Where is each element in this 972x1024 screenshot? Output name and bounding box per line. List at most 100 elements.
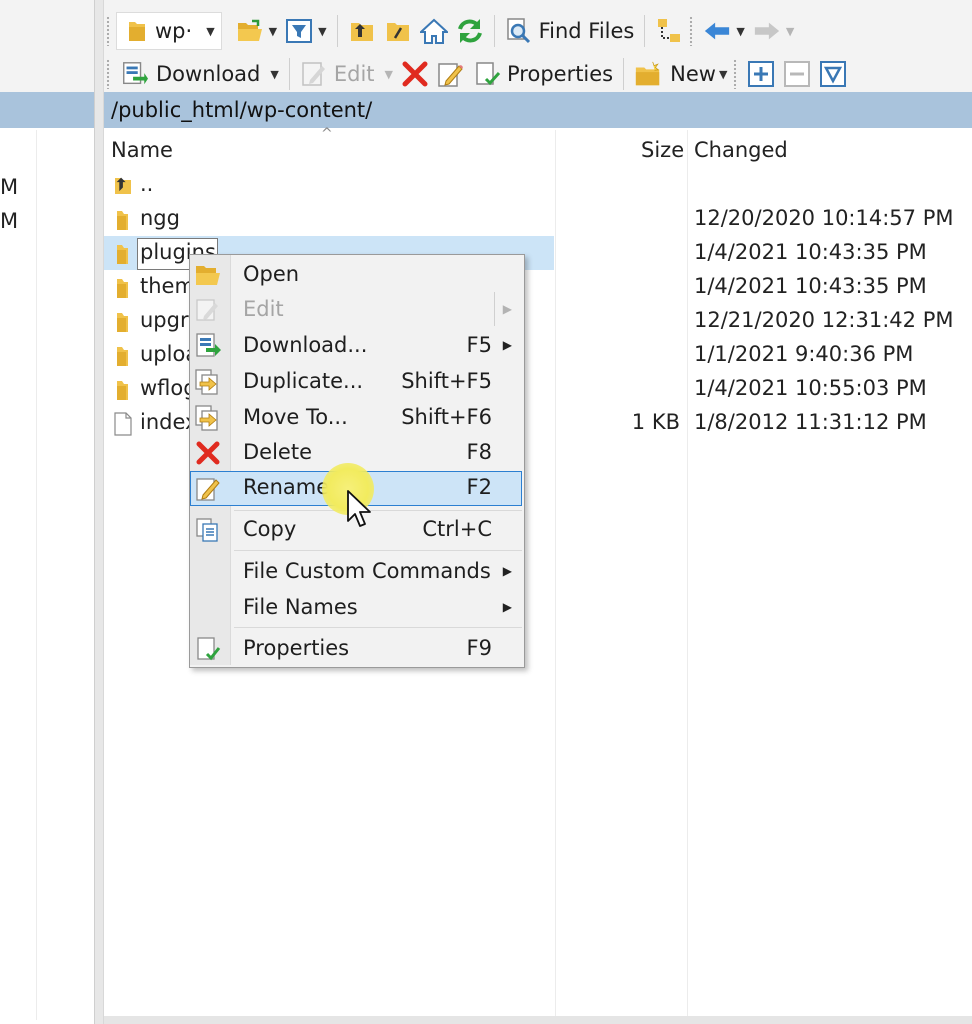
sort-ascending-icon: ^ <box>321 126 333 142</box>
menu-item-label: File Custom Commands <box>243 559 491 583</box>
submenu-arrow-icon: ▶ <box>502 338 512 352</box>
menu-item-properties[interactable]: Properties F9 <box>190 632 522 666</box>
toolbar-separator <box>288 58 290 90</box>
root-directory-button[interactable] <box>380 13 416 49</box>
rename-button[interactable] <box>433 56 469 92</box>
menu-item-move-to[interactable]: Move To... Shift+F6 <box>190 401 522 435</box>
download-button[interactable]: Download ▼ <box>116 56 283 92</box>
new-button[interactable]: New ▼ <box>630 56 731 92</box>
select-files-button[interactable] <box>743 56 779 92</box>
remote-toolbar-files: Download ▼ Edit ▼ Properties New ▼ <box>104 51 851 97</box>
remote-path-text: /public_html/wp-content/ <box>111 98 373 122</box>
chevron-down-icon[interactable]: ▼ <box>270 68 278 81</box>
file-name: .. <box>140 172 154 196</box>
open-directory-button[interactable]: ▼ <box>232 13 281 49</box>
delete-icon <box>401 60 429 88</box>
filter-button[interactable]: ▼ <box>281 13 330 49</box>
directory-tree-button[interactable] <box>651 13 687 49</box>
menu-item-shortcut: Ctrl+C <box>422 517 492 541</box>
file-changed: 12/21/2020 12:31:42 PM <box>694 308 954 332</box>
horizontal-scrollbar[interactable] <box>104 1016 972 1024</box>
edit-button[interactable]: Edit ▼ <box>296 56 397 92</box>
refresh-icon <box>456 17 484 45</box>
tree-icon <box>655 17 683 45</box>
properties-icon <box>194 635 222 663</box>
file-changed: 1/4/2021 10:43:35 PM <box>694 240 927 264</box>
menu-item-edit[interactable]: Edit ▶ <box>190 293 522 327</box>
rename-icon <box>195 475 223 503</box>
home-directory-button[interactable] <box>416 13 452 49</box>
menu-item-file-custom-commands[interactable]: File Custom Commands ▶ <box>190 555 522 589</box>
download-label: Download <box>156 62 261 86</box>
remote-directory-dropdown[interactable]: wp· ▼ <box>116 12 222 50</box>
unselect-files-button[interactable] <box>779 56 815 92</box>
menu-item-label: Open <box>243 262 300 286</box>
file-row-parent[interactable]: .. <box>104 169 972 203</box>
edit-icon <box>300 60 328 88</box>
file-row[interactable]: ngg 12/20/2020 10:14:57 PM <box>104 203 972 237</box>
folder-icon <box>123 17 151 45</box>
file-name: them <box>140 274 195 298</box>
menu-item-label: Rename <box>243 475 330 499</box>
home-icon <box>419 17 448 45</box>
download-icon <box>194 332 222 360</box>
file-changed: 1/8/2012 11:31:12 PM <box>694 410 927 434</box>
arrow-right-icon <box>753 17 781 45</box>
menu-item-shortcut: F2 <box>466 475 492 499</box>
file-changed: 12/20/2020 10:14:57 PM <box>694 206 954 230</box>
download-icon <box>120 60 148 88</box>
refresh-button[interactable] <box>452 13 488 49</box>
file-changed: 1/1/2021 9:40:36 PM <box>694 342 914 366</box>
new-folder-icon <box>634 60 662 88</box>
arrow-left-icon <box>703 17 731 45</box>
menu-item-file-names[interactable]: File Names ▶ <box>190 591 522 625</box>
forward-button[interactable]: ▼ <box>749 13 798 49</box>
back-button[interactable]: ▼ <box>699 13 748 49</box>
chevron-down-icon[interactable]: ▼ <box>269 25 277 38</box>
properties-label: Properties <box>507 62 614 86</box>
local-file-pane <box>0 0 96 1024</box>
open-folder-icon <box>194 261 222 289</box>
menu-item-duplicate[interactable]: Duplicate... Shift+F5 <box>190 365 522 399</box>
menu-item-open[interactable]: Open <box>190 258 522 292</box>
menu-separator <box>234 550 522 551</box>
parent-directory-button[interactable] <box>344 13 380 49</box>
folder-icon <box>112 344 134 373</box>
find-files-button[interactable]: Find Files <box>501 13 639 49</box>
folder-icon <box>112 208 134 237</box>
chevron-down-icon[interactable]: ▼ <box>318 25 326 38</box>
menu-item-label: Move To... <box>243 405 348 429</box>
menu-item-label: Edit <box>243 297 284 321</box>
edit-label: Edit <box>333 62 375 86</box>
chevron-down-icon[interactable]: ▼ <box>786 25 794 38</box>
toolbar-grip[interactable] <box>106 16 110 46</box>
rename-icon <box>437 60 465 88</box>
menu-item-label: Download... <box>243 333 368 357</box>
local-path-bar <box>0 92 96 128</box>
column-header-size[interactable]: Size <box>641 138 684 162</box>
select-all-icon <box>819 60 847 88</box>
select-all-button[interactable] <box>815 56 851 92</box>
plus-icon <box>747 60 775 88</box>
find-files-label: Find Files <box>538 19 635 43</box>
file-size: 1 KB <box>631 410 680 434</box>
delete-button[interactable] <box>397 56 433 92</box>
chevron-down-icon[interactable]: ▼ <box>385 68 393 81</box>
file-icon <box>112 412 134 441</box>
toolbar-grip[interactable] <box>689 16 694 46</box>
menu-item-shortcut: F9 <box>466 636 492 660</box>
menu-item-download[interactable]: Download... F5 ▶ <box>190 329 522 363</box>
toolbar-grip[interactable] <box>733 59 738 89</box>
column-header-changed[interactable]: Changed <box>694 138 788 162</box>
properties-button[interactable]: Properties <box>469 56 617 92</box>
chevron-down-icon[interactable]: ▼ <box>719 68 727 81</box>
toolbar-separator <box>623 58 625 90</box>
toolbar-grip[interactable] <box>106 59 110 89</box>
chevron-down-icon: ▼ <box>206 24 215 38</box>
filter-icon <box>285 17 313 45</box>
file-changed: 1/4/2021 10:43:35 PM <box>694 274 927 298</box>
pane-splitter[interactable] <box>94 0 104 1024</box>
submenu-arrow-icon: ▶ <box>502 600 512 614</box>
column-header-name[interactable]: Name <box>111 138 173 162</box>
chevron-down-icon[interactable]: ▼ <box>736 25 744 38</box>
